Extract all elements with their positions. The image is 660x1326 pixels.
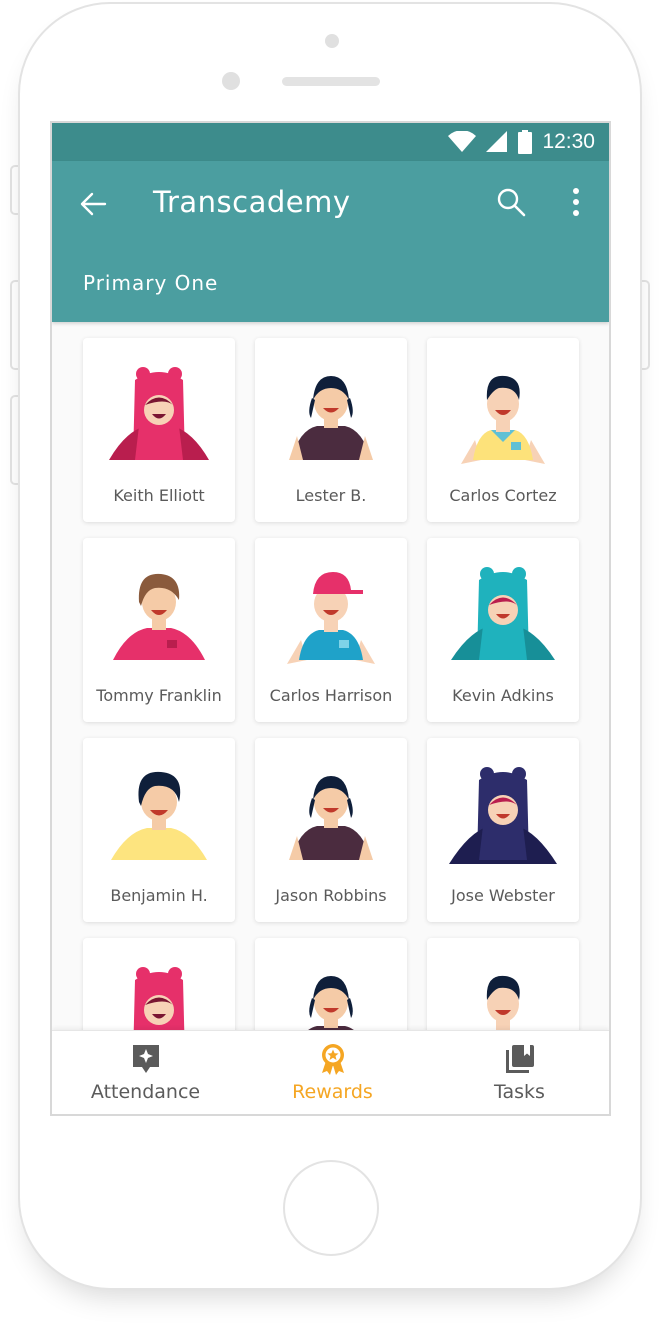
phone-volume-down [10, 395, 18, 485]
student-name: Lester B. [295, 486, 367, 505]
girl-avatar-icon [308, 976, 354, 1030]
app-title: Transcademy [153, 185, 351, 219]
student-name: Tommy Franklin [96, 686, 222, 705]
student-name: Jose Webster [451, 886, 555, 905]
bear-hood-avatar-icon [449, 767, 557, 864]
front-camera [325, 34, 339, 48]
battery-icon [518, 130, 533, 154]
more-vert-icon[interactable] [562, 187, 590, 219]
student-card[interactable]: Jose Webster [427, 738, 579, 922]
app-screen: 12:30 Transcademy Primary One Keith Elli… [50, 121, 611, 1116]
student-card[interactable] [83, 938, 235, 1030]
student-card[interactable]: Tommy Franklin [83, 538, 235, 722]
bottom-navigation: Attendance Rewards Tasks [52, 1030, 609, 1114]
nav-label: Rewards [292, 1081, 373, 1103]
bear-hood-avatar-icon [109, 367, 209, 460]
student-card[interactable]: Jason Robbins [255, 738, 407, 922]
app-bar: Transcademy Primary One [52, 161, 609, 322]
student-name: Carlos Cortez [449, 486, 557, 505]
status-time: 12:30 [542, 130, 595, 153]
student-card[interactable] [255, 938, 407, 1030]
girl-avatar-icon [289, 776, 373, 860]
status-bar: 12:30 [52, 123, 609, 161]
student-name: Jason Robbins [275, 886, 387, 905]
phone-volume-up [10, 280, 18, 370]
wifi-icon [448, 131, 477, 152]
nav-label: Attendance [90, 1081, 201, 1103]
student-card[interactable]: Carlos Harrison [255, 538, 407, 722]
tasks-icon [506, 1045, 534, 1073]
bear-hood-avatar-icon [451, 567, 555, 660]
earpiece-speaker [282, 77, 380, 86]
boy-cap-avatar-icon [287, 572, 375, 664]
student-card[interactable]: Kevin Adkins [427, 538, 579, 722]
nav-rewards[interactable]: Rewards [239, 1031, 426, 1114]
search-icon[interactable] [496, 187, 526, 217]
student-card[interactable]: Benjamin H. [83, 738, 235, 922]
student-name: Carlos Harrison [269, 686, 393, 705]
student-grid: Keith Elliott Lester B. Carlos Cortez To… [52, 322, 609, 1030]
proximity-sensor [222, 72, 240, 90]
boy-avatar-icon [113, 573, 205, 660]
student-card[interactable]: Lester B. [255, 338, 407, 522]
phone-side-button [10, 165, 18, 215]
nav-label: Tasks [494, 1081, 545, 1103]
class-title: Primary One [83, 271, 219, 295]
boy-avatar-icon [461, 375, 545, 464]
rewards-icon [322, 1044, 344, 1075]
girl-avatar-icon [289, 376, 373, 460]
boy-avatar-icon [111, 771, 207, 860]
back-arrow-icon[interactable] [78, 189, 108, 219]
nav-attendance[interactable]: Attendance [52, 1031, 239, 1114]
attendance-icon [133, 1045, 159, 1073]
student-card[interactable]: Keith Elliott [83, 338, 235, 522]
bear-hood-avatar-icon [133, 967, 185, 1030]
student-name: Keith Elliott [113, 486, 205, 505]
cellular-signal-icon [486, 131, 508, 152]
student-name: Kevin Adkins [452, 686, 554, 705]
student-card[interactable]: Carlos Cortez [427, 338, 579, 522]
home-button[interactable] [283, 1160, 379, 1256]
student-card[interactable] [427, 938, 579, 1030]
boy-avatar-icon [486, 975, 520, 1030]
phone-power-button [642, 280, 650, 370]
student-name: Benjamin H. [110, 886, 208, 905]
nav-tasks[interactable]: Tasks [426, 1031, 609, 1114]
